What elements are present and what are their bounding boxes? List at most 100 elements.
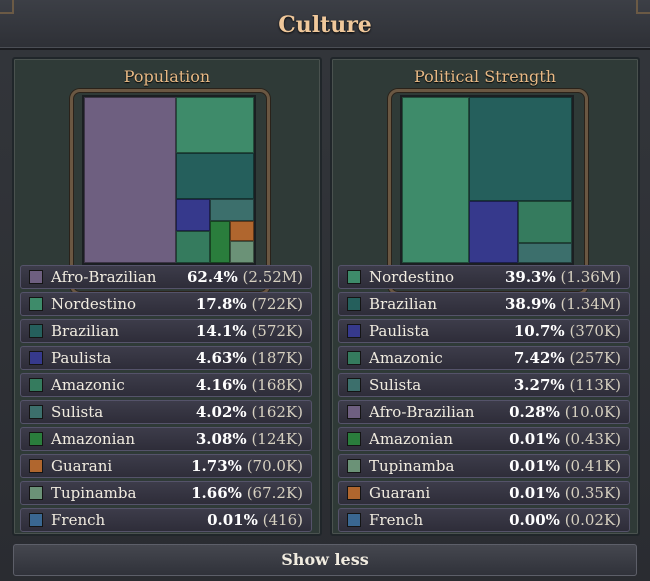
culture-color-swatch [347, 270, 361, 284]
culture-row[interactable]: French 0.01% (416) [20, 508, 312, 532]
culture-value: 1.73% (70.0K) [191, 457, 303, 475]
culture-row[interactable]: French 0.00% (0.02K) [338, 508, 630, 532]
culture-percent: 3.27% [513, 376, 565, 394]
treemap-cell-paulista[interactable] [469, 201, 518, 263]
culture-row[interactable]: Brazilian 38.9% (1.34M) [338, 292, 630, 316]
culture-row[interactable]: Amazonian 3.08% (124K) [20, 427, 312, 451]
culture-color-swatch [347, 297, 361, 311]
culture-color-swatch [347, 378, 361, 392]
culture-name: Paulista [51, 349, 112, 367]
treemap-cell-brazilian[interactable] [176, 153, 254, 199]
treemap-cell-nordestino[interactable] [402, 97, 469, 263]
culture-percent: 38.9% [504, 295, 556, 313]
culture-row[interactable]: Guarani 1.73% (70.0K) [20, 454, 312, 478]
culture-percent: 0.01% [509, 484, 560, 502]
treemap-cell-amazonic[interactable] [176, 231, 210, 263]
culture-name: Sulista [51, 403, 104, 421]
culture-row[interactable]: Paulista 10.7% (370K) [338, 319, 630, 343]
culture-color-swatch [347, 432, 361, 446]
culture-name: Paulista [369, 322, 430, 340]
culture-row[interactable]: Amazonic 7.42% (257K) [338, 346, 630, 370]
culture-name: Sulista [369, 376, 422, 394]
culture-row[interactable]: Brazilian 14.1% (572K) [20, 319, 312, 343]
culture-row[interactable]: Sulista 4.02% (162K) [20, 400, 312, 424]
treemap-cell-sulista[interactable] [210, 199, 254, 221]
culture-row[interactable]: Guarani 0.01% (0.35K) [338, 481, 630, 505]
treemap-cell-nordestino[interactable] [176, 97, 254, 153]
culture-color-swatch [347, 324, 361, 338]
culture-absolute: (10.0K) [564, 403, 621, 421]
culture-value: 7.42% (257K) [514, 349, 621, 367]
culture-color-swatch [29, 297, 43, 311]
culture-color-swatch [347, 486, 361, 500]
culture-percent: 1.73% [191, 457, 242, 475]
culture-value: 0.00% (0.02K) [509, 511, 621, 529]
culture-name: Amazonic [51, 376, 125, 394]
culture-percent: 62.4% [186, 268, 238, 286]
population-panel: Population Afro-Brazilian 62.4% (2.52M) No… [12, 57, 322, 536]
culture-row[interactable]: Paulista 4.63% (187K) [20, 346, 312, 370]
culture-name: Brazilian [51, 322, 120, 340]
treemap-cell-tupinamba[interactable] [230, 241, 254, 263]
culture-absolute: (1.34M) [560, 295, 621, 313]
culture-percent: 1.66% [191, 484, 242, 502]
culture-row[interactable]: Sulista 3.27% (113K) [338, 373, 630, 397]
culture-absolute: (416) [262, 511, 303, 529]
culture-row[interactable]: Afro-Brazilian 0.28% (10.0K) [338, 400, 630, 424]
treemap-cell-brazilian[interactable] [469, 97, 572, 201]
culture-value: 3.27% (113K) [514, 376, 621, 394]
population-title: Population [123, 67, 211, 86]
culture-name: Guarani [51, 457, 113, 475]
culture-color-swatch [29, 351, 43, 365]
culture-row[interactable]: Amazonian 0.01% (0.43K) [338, 427, 630, 451]
culture-percent: 39.3% [504, 268, 556, 286]
culture-value: 1.66% (67.2K) [191, 484, 303, 502]
culture-name: Afro-Brazilian [51, 268, 157, 286]
title-bar: Culture [0, 0, 650, 50]
culture-absolute: (257K) [569, 349, 621, 367]
culture-value: 39.3% (1.36M) [505, 268, 621, 286]
treemap-cell-paulista[interactable] [176, 199, 210, 231]
treemap-cell-guarani[interactable] [230, 221, 254, 241]
culture-name: Nordestino [369, 268, 455, 286]
culture-percent: 10.7% [513, 322, 565, 340]
culture-row[interactable]: Amazonic 4.16% (168K) [20, 373, 312, 397]
culture-color-swatch [29, 324, 43, 338]
treemap-cell-amazonic[interactable] [518, 201, 572, 243]
culture-row[interactable]: Nordestino 17.8% (722K) [20, 292, 312, 316]
culture-absolute: (2.52M) [242, 268, 303, 286]
culture-absolute: (187K) [251, 349, 303, 367]
culture-absolute: (162K) [251, 403, 303, 421]
culture-absolute: (0.43K) [564, 430, 621, 448]
treemap-cell-amazonian[interactable] [210, 221, 230, 263]
culture-percent: 14.1% [195, 322, 247, 340]
treemap-cell-sulista[interactable] [518, 243, 572, 263]
political-strength-title: Political Strength [413, 67, 557, 86]
culture-color-swatch [29, 270, 43, 284]
culture-absolute: (70.0K) [246, 457, 303, 475]
culture-value: 14.1% (572K) [196, 322, 303, 340]
show-less-button[interactable]: Show less [13, 544, 637, 576]
culture-percent: 0.01% [509, 457, 560, 475]
treemap-cell-afro-brazilian[interactable] [84, 97, 176, 263]
political-strength-treemap[interactable] [400, 95, 574, 265]
culture-percent: 0.28% [509, 403, 560, 421]
culture-color-swatch [347, 513, 361, 527]
culture-row[interactable]: Tupinamba 1.66% (67.2K) [20, 481, 312, 505]
population-treemap[interactable] [82, 95, 256, 265]
culture-absolute: (1.36M) [560, 268, 621, 286]
culture-absolute: (0.35K) [564, 484, 621, 502]
culture-value: 0.01% (416) [207, 511, 303, 529]
culture-row[interactable]: Tupinamba 0.01% (0.41K) [338, 454, 630, 478]
culture-name: Guarani [369, 484, 431, 502]
culture-absolute: (722K) [251, 295, 303, 313]
culture-color-swatch [29, 486, 43, 500]
culture-name: French [51, 511, 106, 529]
culture-percent: 3.08% [195, 430, 247, 448]
culture-percent: 4.16% [195, 376, 247, 394]
culture-absolute: (124K) [251, 430, 303, 448]
culture-row[interactable]: Afro-Brazilian 62.4% (2.52M) [20, 265, 312, 289]
culture-value: 10.7% (370K) [514, 322, 621, 340]
culture-name: Brazilian [369, 295, 438, 313]
culture-row[interactable]: Nordestino 39.3% (1.36M) [338, 265, 630, 289]
